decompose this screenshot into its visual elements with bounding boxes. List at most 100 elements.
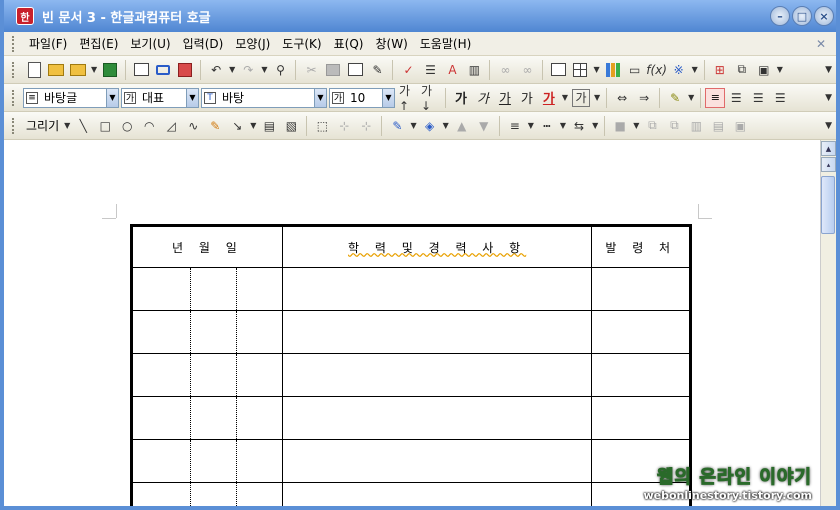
select-object-icon[interactable]: ⬚ <box>313 117 331 135</box>
menu-help[interactable]: 도움말(H) <box>414 35 478 52</box>
issuer-cell[interactable] <box>591 396 691 440</box>
toolbar-grip-icon[interactable] <box>12 35 15 52</box>
open-folder-icon[interactable] <box>69 61 87 79</box>
align-objects-icon[interactable]: ▥ <box>687 117 705 135</box>
menu-edit[interactable]: 편집(E) <box>73 35 124 52</box>
chevron-down-icon[interactable]: ▼ <box>633 121 639 130</box>
line-style-icon[interactable]: ┅ <box>538 117 556 135</box>
polygon-icon[interactable]: ◿ <box>162 117 180 135</box>
page-layout-icon[interactable]: ⊞ <box>711 61 729 79</box>
document-close-icon[interactable]: ✕ <box>816 37 826 51</box>
insert-table-icon[interactable] <box>571 61 589 79</box>
char-shape-icon[interactable]: A <box>443 61 461 79</box>
insert-picture-icon[interactable] <box>549 61 567 79</box>
date-cell[interactable] <box>131 482 283 506</box>
increase-font-icon[interactable]: 가↑ <box>399 84 417 113</box>
line-color-icon[interactable]: ✎ <box>388 117 406 135</box>
chevron-down-icon[interactable]: ▼ <box>106 88 118 107</box>
italic-icon[interactable]: 가 <box>477 88 489 107</box>
scrollbar-thumb[interactable] <box>821 176 835 234</box>
title-bar[interactable]: 한 빈 문서 3 - 한글과컴퓨터 호글 – □ × <box>4 0 836 32</box>
career-cell[interactable] <box>281 396 593 440</box>
bring-forward-icon[interactable]: ▲ <box>453 117 471 135</box>
date-cell[interactable] <box>131 396 283 440</box>
link-icon[interactable]: ∞ <box>496 61 514 79</box>
chevron-down-icon[interactable]: ▼ <box>777 65 783 74</box>
group-icon[interactable]: ⊹ <box>335 117 353 135</box>
date-cell[interactable] <box>131 310 283 354</box>
date-cell[interactable] <box>131 439 283 483</box>
distribute-icon[interactable]: ▤ <box>709 117 727 135</box>
shadow-icon[interactable]: ■ <box>611 117 629 135</box>
vertical-scrollbar[interactable]: ▲ ▴ <box>820 140 836 506</box>
chevron-down-icon[interactable]: ▼ <box>692 65 698 74</box>
scroll-top-icon[interactable]: ▲ <box>821 141 836 156</box>
strikethrough-icon[interactable]: 가 <box>521 88 533 107</box>
print-preview-icon[interactable] <box>154 61 172 79</box>
chevron-down-icon[interactable]: ▼ <box>410 121 416 130</box>
curve-icon[interactable]: ∿ <box>184 117 202 135</box>
career-cell[interactable] <box>281 439 593 483</box>
image-frame-icon[interactable]: ▧ <box>282 117 300 135</box>
align-right-icon[interactable]: ☰ <box>771 89 789 107</box>
chevron-down-icon[interactable]: ▼ <box>528 121 534 130</box>
chevron-down-icon[interactable]: ▼ <box>594 93 600 102</box>
menu-tools[interactable]: 도구(K) <box>276 35 327 52</box>
header-issuer[interactable]: 발 령 처 <box>591 225 691 268</box>
underline-icon[interactable]: 가 <box>499 88 511 107</box>
ungroup-icon[interactable]: ⊹ <box>357 117 375 135</box>
line-icon[interactable]: ╲ <box>74 117 92 135</box>
save-icon[interactable] <box>101 61 119 79</box>
issuer-cell[interactable] <box>591 267 691 311</box>
career-cell[interactable] <box>281 310 593 354</box>
undo-icon[interactable]: ↶ <box>207 61 225 79</box>
career-cell[interactable] <box>281 353 593 397</box>
chevron-down-icon[interactable]: ▼ <box>91 65 97 74</box>
spell-check-icon[interactable]: ✓ <box>399 61 417 79</box>
draw-menu-button[interactable]: 그리기 <box>26 117 59 134</box>
font-color-icon[interactable]: 가 <box>543 88 555 107</box>
hwp-icon[interactable]: 한 <box>16 7 34 25</box>
text-align-icon[interactable]: ☰ <box>421 61 439 79</box>
cut-icon[interactable]: ✂ <box>302 61 320 79</box>
chevron-down-icon[interactable]: ▼ <box>593 65 599 74</box>
font-size-select[interactable]: 가 10 ▼ <box>329 87 395 108</box>
fill-color-icon[interactable]: ◈ <box>421 117 439 135</box>
header-career[interactable]: 학 력 및 경 력 사 항 <box>281 225 593 268</box>
chevron-down-icon[interactable]: ▼ <box>250 121 256 130</box>
char-spacing-wide-icon[interactable]: ⇔ <box>613 89 631 107</box>
unlink-icon[interactable]: ∞ <box>518 61 536 79</box>
border-icon[interactable]: ▣ <box>755 61 773 79</box>
new-template-icon[interactable] <box>47 61 65 79</box>
toolbar-overflow-icon[interactable]: ▼ <box>825 65 832 75</box>
date-cell[interactable] <box>131 267 283 311</box>
menu-table[interactable]: 표(Q) <box>328 35 370 52</box>
redo-icon[interactable]: ↷ <box>239 61 257 79</box>
align-left-icon[interactable]: ☰ <box>727 89 745 107</box>
toolbar-overflow-icon[interactable]: ▼ <box>825 121 832 131</box>
toolbar-grip-icon[interactable] <box>12 89 15 106</box>
menu-insert[interactable]: 입력(D) <box>177 35 230 52</box>
scroll-up-icon[interactable]: ▴ <box>821 157 836 172</box>
career-cell[interactable] <box>281 267 593 311</box>
format-painter-icon[interactable]: ✎ <box>368 61 386 79</box>
chevron-down-icon[interactable]: ▼ <box>560 121 566 130</box>
arc-icon[interactable]: ◠ <box>140 117 158 135</box>
ellipse-icon[interactable]: ○ <box>118 117 136 135</box>
style-select[interactable]: ≡ 바탕글 ▼ <box>23 87 119 108</box>
highlighter-icon[interactable]: ✎ <box>666 89 684 107</box>
chevron-down-icon[interactable]: ▼ <box>562 93 568 102</box>
copy-icon[interactable] <box>324 61 342 79</box>
chevron-down-icon[interactable]: ▼ <box>261 65 267 74</box>
symbol-icon[interactable]: ※ <box>670 61 688 79</box>
chevron-down-icon[interactable]: ▼ <box>592 121 598 130</box>
chevron-down-icon[interactable]: ▼ <box>688 93 694 102</box>
flip-icon[interactable]: ⧉ <box>665 117 683 135</box>
formula-icon[interactable]: f(x) <box>646 61 667 79</box>
career-table[interactable]: 년 월 일 학 력 및 경 력 사 항 발 령 처 <box>130 224 692 506</box>
issuer-cell[interactable] <box>591 353 691 397</box>
char-shape-box-icon[interactable]: 가 <box>572 88 590 107</box>
text-box-icon[interactable]: ▭ <box>626 61 644 79</box>
find-icon[interactable]: ⚲ <box>271 61 289 79</box>
chevron-down-icon[interactable]: ▼ <box>229 65 235 74</box>
